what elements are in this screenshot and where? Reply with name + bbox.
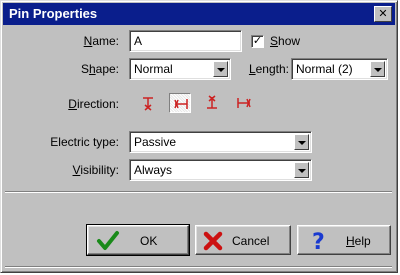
visibility-label: Visibility: — [72, 163, 119, 177]
close-icon: ✕ — [378, 7, 388, 20]
direction-right-button[interactable] — [233, 93, 255, 113]
direction-left-button[interactable] — [169, 93, 191, 113]
direction-label: Direction: — [68, 97, 119, 111]
visibility-select[interactable]: Always — [129, 159, 312, 181]
svg-text:?: ? — [312, 230, 325, 252]
cancel-button[interactable]: Cancel — [195, 225, 291, 255]
ok-label: OK — [140, 234, 158, 248]
name-input[interactable]: A — [129, 30, 242, 52]
pin-direction-right-icon — [237, 98, 251, 108]
show-label[interactable]: Show — [270, 34, 300, 48]
shape-select-value: Normal — [134, 62, 173, 76]
question-mark-icon: ? — [312, 230, 325, 252]
separator-bottom — [5, 266, 392, 268]
length-dropdown-arrow-icon[interactable] — [370, 61, 385, 77]
help-label: Help — [346, 234, 371, 248]
electric-type-value: Passive — [134, 135, 177, 149]
electric-type-select[interactable]: Passive — [129, 131, 312, 153]
pin-direction-down-icon — [143, 97, 153, 111]
pin-direction-up-icon — [207, 95, 217, 109]
show-checkbox[interactable]: ✓ — [251, 35, 264, 48]
electric-type-dropdown-arrow-icon[interactable] — [294, 134, 309, 150]
length-label: Length: — [248, 62, 289, 76]
length-select-value: Normal (2) — [296, 62, 353, 76]
direction-down-button[interactable] — [137, 93, 159, 113]
direction-up-button[interactable] — [201, 93, 223, 113]
check-icon: ✓ — [252, 35, 263, 47]
pin-properties-dialog: Pin Properties ✕ Name: A ✓ Show Shape: N… — [0, 0, 398, 273]
visibility-value: Always — [134, 163, 173, 177]
pin-direction-left-icon — [174, 99, 188, 109]
close-button[interactable]: ✕ — [374, 6, 392, 22]
title-bar[interactable]: Pin Properties ✕ — [3, 3, 395, 25]
checkmark-icon — [97, 231, 119, 250]
shape-label: Shape: — [80, 62, 119, 76]
help-button[interactable]: ? Help — [297, 225, 391, 255]
window-title: Pin Properties — [9, 6, 98, 21]
electric-type-label: Electric type: — [50, 135, 119, 149]
x-mark-icon — [203, 231, 223, 251]
shape-dropdown-arrow-icon[interactable] — [213, 61, 228, 77]
ok-button[interactable]: OK — [86, 224, 190, 256]
cancel-label: Cancel — [232, 234, 270, 248]
name-label: Name: — [83, 34, 119, 48]
length-select[interactable]: Normal (2) — [291, 58, 388, 80]
shape-select[interactable]: Normal — [129, 58, 231, 80]
separator — [5, 191, 392, 193]
name-input-value: A — [134, 34, 143, 48]
visibility-dropdown-arrow-icon[interactable] — [294, 162, 309, 178]
